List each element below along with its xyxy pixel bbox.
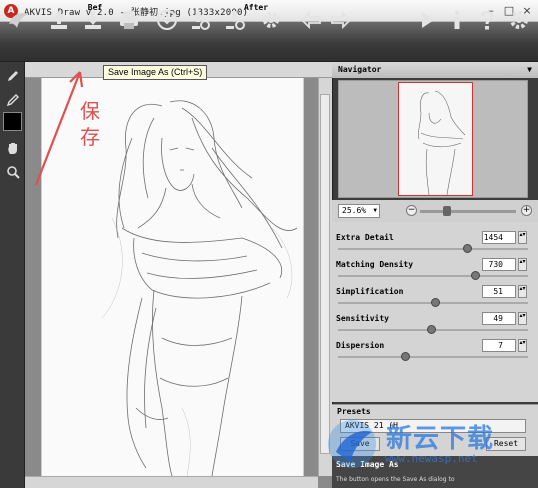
zoom-tool-icon[interactable] (3, 162, 22, 181)
parameter-spinner[interactable]: ▴▾ (518, 339, 527, 352)
save-tooltip: Save Image As (Ctrl+S) (103, 65, 208, 80)
parameter-spinner[interactable]: ▴▾ (518, 285, 527, 298)
dropdown-arrow-icon: ▼ (373, 207, 377, 214)
parameter-slider-track[interactable] (338, 248, 528, 250)
parameter-value-field[interactable]: 1454 (482, 231, 516, 244)
parameter-value-field[interactable]: 730 (482, 258, 516, 271)
navigator-title: Navigator (338, 65, 382, 74)
horizontal-scrollbar[interactable] (25, 476, 318, 488)
zoom-value: 25.6% (342, 206, 367, 215)
zoom-slider-track[interactable] (420, 210, 516, 213)
parameter-value-field[interactable]: 7 (482, 339, 516, 352)
pencil-tool-icon[interactable] (3, 66, 22, 85)
parameter-slider-knob[interactable] (430, 298, 440, 307)
parameter-slider-knob[interactable] (470, 271, 480, 280)
undo-arrow-icon[interactable] (298, 7, 324, 33)
settings-gear-icon[interactable] (506, 7, 532, 33)
parameter-spinner[interactable]: ▴▾ (518, 231, 527, 244)
parameter-label: Dispersion (336, 341, 385, 350)
share-icon[interactable] (154, 7, 180, 33)
parameter-label: Extra Detail (336, 233, 394, 242)
parameter-slider-track[interactable] (338, 275, 528, 277)
tab-before[interactable]: Bef (84, 0, 106, 16)
watermark-url: www.newasp.net (385, 452, 478, 465)
help-icon[interactable] (474, 7, 500, 33)
akvis-logo-icon (6, 7, 32, 33)
redo-arrow-icon[interactable] (328, 7, 354, 33)
hand-tool-icon[interactable] (3, 138, 22, 157)
zoom-in-button[interactable]: + (521, 205, 532, 216)
navigator-thumbnail[interactable] (398, 82, 473, 196)
help-text: The button opens the Save As dialog to (336, 476, 455, 483)
parameter-slider-knob[interactable] (400, 352, 410, 361)
collapse-triangle-icon[interactable]: ▼ (527, 62, 532, 78)
parameter-value-field[interactable]: 51 (482, 285, 516, 298)
run-icon[interactable] (414, 7, 440, 33)
print-icon[interactable] (116, 7, 142, 33)
info-icon[interactable] (444, 7, 470, 33)
parameter-spinner[interactable]: ▴▾ (518, 258, 527, 271)
watermark-logo (328, 420, 376, 468)
open-image-icon[interactable] (46, 7, 72, 33)
tab-after[interactable]: After (230, 0, 282, 16)
batch-processing-icon[interactable] (188, 7, 214, 33)
watermark-text: 新云下载 (386, 424, 495, 454)
parameter-slider-track[interactable] (338, 356, 528, 358)
zoom-out-button[interactable]: − (406, 205, 417, 216)
color-swatch[interactable] (3, 112, 22, 131)
parameter-label: Simplification (336, 287, 404, 296)
zoom-slider-knob[interactable] (442, 206, 451, 216)
parameter-label: Matching Density (336, 260, 414, 269)
zoom-select[interactable]: 25.6% ▼ (338, 204, 380, 218)
parameter-value-field[interactable]: 49 (482, 312, 516, 325)
parameter-spinner[interactable]: ▴▾ (518, 312, 527, 325)
navigator-header: Navigator ▼ (332, 62, 538, 78)
vertical-scroll-thumb[interactable] (320, 94, 330, 454)
eraser-tool-icon[interactable] (3, 90, 22, 109)
annotation-arrow (34, 71, 84, 186)
parameter-label: Sensitivity (336, 314, 389, 323)
